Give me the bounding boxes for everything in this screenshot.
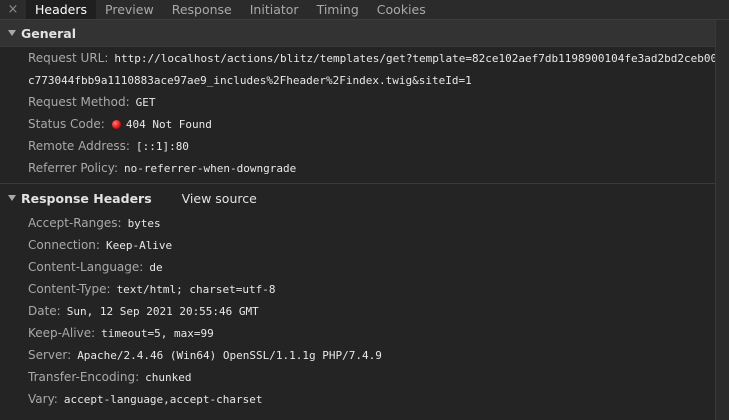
response-header-row: Keep-Alive: timeout=5, max=99 [0, 322, 716, 344]
general-section-header[interactable]: General [0, 20, 716, 47]
response-header-value[interactable]: Sun, 12 Sep 2021 20:55:46 GMT [67, 305, 259, 318]
chevron-down-icon [8, 195, 16, 201]
chevron-down-icon [8, 30, 16, 36]
request-method-row: Request Method: GET [0, 91, 716, 113]
response-header-row: Connection: Keep-Alive [0, 234, 716, 256]
status-code-row: Status Code: 404 Not Found [0, 113, 716, 135]
tab-timing[interactable]: Timing [308, 0, 368, 19]
response-header-row: Server: Apache/2.4.46 (Win64) OpenSSL/1.1… [0, 344, 716, 366]
remote-address-value[interactable]: [::1]:80 [136, 140, 189, 153]
tab-cookies[interactable]: Cookies [368, 0, 435, 19]
request-url-value-line2[interactable]: c773044fbb9a1110883ace97ae9_includes%2Fh… [28, 74, 472, 87]
tab-preview[interactable]: Preview [96, 0, 163, 19]
response-headers-title: Response Headers [21, 190, 152, 206]
tab-response[interactable]: Response [163, 0, 241, 19]
request-url-key: Request URL: [28, 51, 109, 65]
response-headers-list: Accept-Ranges: bytes Connection: Keep-Alive… [0, 212, 716, 410]
request-url-row-cont: c773044fbb9a1110883ace97ae9_includes%2Fh… [0, 69, 716, 91]
request-url-value-line1[interactable]: http://localhost/actions/blitz/templates… [114, 52, 716, 65]
headers-panel: General Request URL: http://localhost/ac… [0, 20, 716, 420]
status-code-value[interactable]: 404 Not Found [126, 118, 212, 131]
response-header-key: Accept-Ranges: [28, 216, 122, 230]
scrollbar[interactable] [715, 20, 729, 420]
general-title: General [21, 25, 76, 41]
devtools-tab-bar: × Headers Preview Response Initiator Tim… [0, 0, 729, 20]
tab-headers[interactable]: Headers [26, 0, 97, 19]
referrer-policy-value[interactable]: no-referrer-when-downgrade [124, 162, 296, 175]
status-code-key: Status Code: [28, 117, 105, 131]
response-header-key: Date: [28, 304, 61, 318]
response-header-row: Accept-Ranges: bytes [0, 212, 716, 234]
response-header-row: Vary: accept-language,accept-charset [0, 388, 716, 410]
response-header-key: Vary: [28, 392, 58, 406]
status-error-icon [111, 119, 121, 129]
tab-initiator[interactable]: Initiator [241, 0, 308, 19]
request-url-row: Request URL: http://localhost/actions/bl… [0, 47, 716, 69]
referrer-policy-key: Referrer Policy: [28, 161, 118, 175]
scrollbar-thumb[interactable] [719, 20, 726, 420]
response-header-value[interactable]: chunked [145, 371, 191, 384]
response-header-value[interactable]: Apache/2.4.46 (Win64) OpenSSL/1.1.1g PHP… [77, 349, 382, 362]
referrer-policy-row: Referrer Policy: no-referrer-when-downgr… [0, 157, 716, 179]
remote-address-row: Remote Address: [::1]:80 [0, 135, 716, 157]
response-header-row: Content-Language: de [0, 256, 716, 278]
request-method-key: Request Method: [28, 95, 130, 109]
response-header-value[interactable]: bytes [128, 217, 161, 230]
response-header-key: Transfer-Encoding: [28, 370, 140, 384]
request-method-value[interactable]: GET [136, 96, 156, 109]
response-header-key: Content-Language: [28, 260, 144, 274]
response-header-key: Keep-Alive: [28, 326, 96, 340]
response-header-key: Server: [28, 348, 72, 362]
response-header-value[interactable]: Keep-Alive [106, 239, 172, 252]
remote-address-key: Remote Address: [28, 139, 130, 153]
response-header-value[interactable]: accept-language,accept-charset [64, 393, 263, 406]
response-header-row: Transfer-Encoding: chunked [0, 366, 716, 388]
response-header-value[interactable]: timeout=5, max=99 [101, 327, 214, 340]
response-header-key: Content-Type: [28, 282, 111, 296]
close-icon[interactable]: × [0, 0, 26, 19]
response-header-key: Connection: [28, 238, 100, 252]
view-source-link[interactable]: View source [182, 191, 257, 206]
response-header-value[interactable]: de [149, 261, 162, 274]
response-header-value[interactable]: text/html; charset=utf-8 [117, 283, 276, 296]
response-header-row: Content-Type: text/html; charset=utf-8 [0, 278, 716, 300]
response-headers-section-header[interactable]: Response Headers View source [0, 183, 716, 212]
response-header-row: Date: Sun, 12 Sep 2021 20:55:46 GMT [0, 300, 716, 322]
